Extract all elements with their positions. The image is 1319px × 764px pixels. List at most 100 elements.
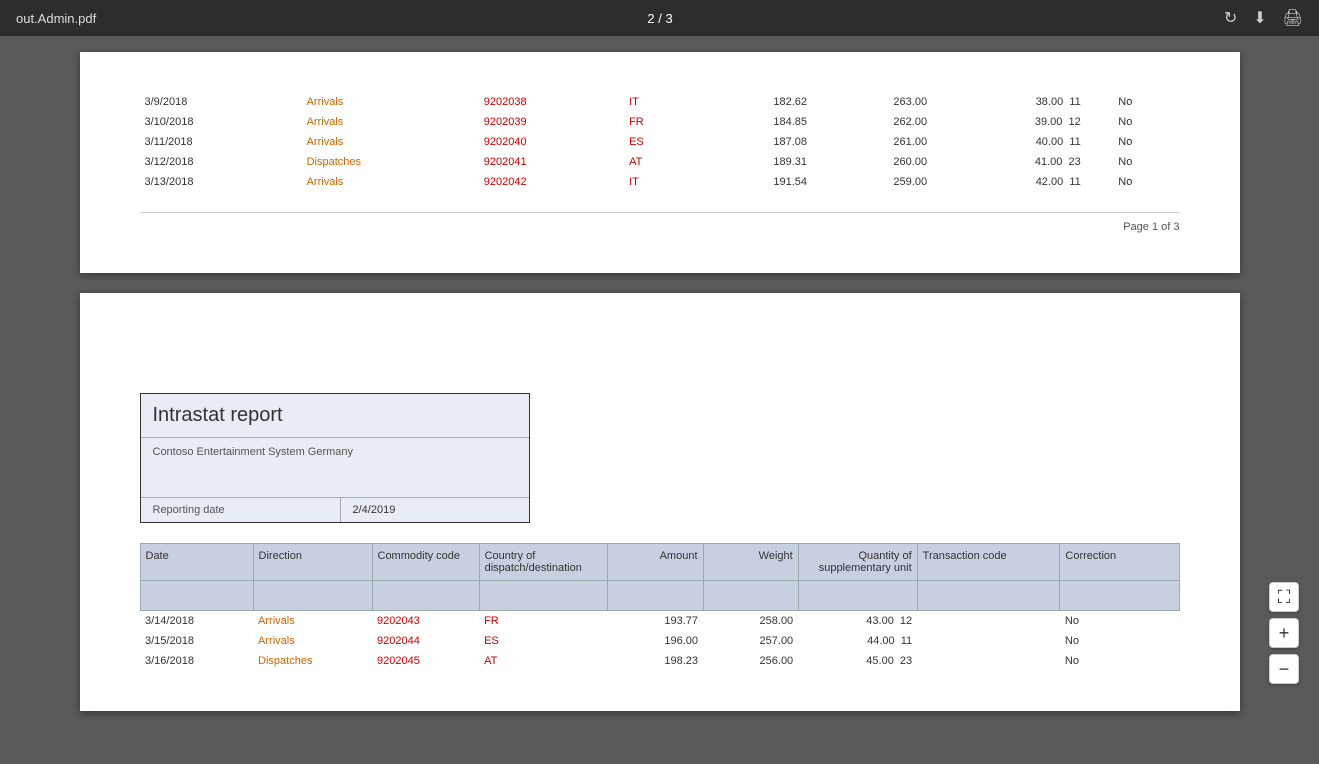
download-icon[interactable]: ⬇ (1253, 8, 1266, 28)
filename-label: out.Admin.pdf (16, 11, 96, 26)
cell-weight: 261.00 (812, 132, 932, 152)
fit-zoom-button[interactable]: ⛶ (1269, 582, 1299, 612)
table-row: 3/10/2018 Arrivals 9202039 FR 184.85 262… (140, 112, 1180, 132)
cell-date: 3/16/2018 (140, 651, 253, 671)
cell-qty: 45.00 23 (798, 651, 917, 671)
cell-direction: Arrivals (253, 611, 372, 632)
cell-weight: 256.00 (703, 651, 798, 671)
pdf-page-2: Intrastat report Contoso Entertainment S… (80, 293, 1240, 711)
cell-direction: Arrivals (302, 112, 479, 132)
table-row: 3/9/2018 Arrivals 9202038 IT 182.62 263.… (140, 92, 1180, 112)
cell-correction: No (1113, 152, 1179, 172)
pdf-viewport[interactable]: 3/9/2018 Arrivals 9202038 IT 182.62 263.… (0, 36, 1319, 764)
col-header-qty: Quantity of supplementary unit (798, 544, 917, 581)
cell-weight: 257.00 (703, 631, 798, 651)
cell-transaction (1086, 92, 1114, 112)
col-header-amount: Amount (608, 544, 703, 581)
table-row: 3/13/2018 Arrivals 9202042 IT 191.54 259… (140, 172, 1180, 192)
table-header-row: Date Direction Commodity code Country of… (140, 544, 1179, 581)
cell-direction: Dispatches (253, 651, 372, 671)
cell-transaction (1086, 132, 1114, 152)
cell-commodity: 9202038 (479, 92, 624, 112)
cell-amount: 182.62 (692, 92, 812, 112)
cell-country: FR (624, 112, 692, 132)
refresh-icon[interactable]: ↻ (1224, 8, 1237, 28)
cell-transaction (917, 651, 1060, 671)
col-header-correction: Correction (1060, 544, 1179, 581)
cell-transaction (1086, 152, 1114, 172)
col-header-direction: Direction (253, 544, 372, 581)
cell-amount: 189.31 (692, 152, 812, 172)
cell-direction: Arrivals (302, 172, 479, 192)
cell-correction: No (1113, 92, 1179, 112)
col-header-country: Country of dispatch/destination (479, 544, 608, 581)
toolbar: out.Admin.pdf 2 / 3 ↻ ⬇ 🖨 (0, 0, 1319, 36)
cell-weight: 263.00 (812, 92, 932, 112)
zoom-in-button[interactable]: + (1269, 618, 1299, 648)
table-row: 3/11/2018 Arrivals 9202040 ES 187.08 261… (140, 132, 1180, 152)
cell-correction: No (1113, 132, 1179, 152)
cell-commodity: 9202043 (372, 611, 479, 632)
cell-date: 3/11/2018 (140, 132, 302, 152)
reporting-date-label: Reporting date (141, 498, 341, 522)
cell-amount: 191.54 (692, 172, 812, 192)
cell-commodity: 9202041 (479, 152, 624, 172)
cell-date: 3/13/2018 (140, 172, 302, 192)
cell-correction: No (1060, 611, 1179, 632)
cell-weight: 260.00 (812, 152, 932, 172)
cell-qty: 42.00 11 (932, 172, 1086, 192)
col-header-date: Date (140, 544, 253, 581)
cell-commodity: 9202044 (372, 631, 479, 651)
cell-commodity: 9202045 (372, 651, 479, 671)
cell-commodity: 9202042 (479, 172, 624, 192)
report-company: Contoso Entertainment System Germany (141, 438, 529, 498)
table-row: 3/15/2018 Arrivals 9202044 ES 196.00 257… (140, 631, 1179, 651)
cell-date: 3/15/2018 (140, 631, 253, 651)
print-icon[interactable]: 🖨 (1283, 8, 1303, 28)
cell-qty: 39.00 12 (932, 112, 1086, 132)
cell-date: 3/14/2018 (140, 611, 253, 632)
cell-country: IT (624, 172, 692, 192)
col-header-weight: Weight (703, 544, 798, 581)
cell-correction: No (1113, 172, 1179, 192)
cell-direction: Arrivals (253, 631, 372, 651)
cell-direction: Arrivals (302, 132, 479, 152)
cell-date: 3/10/2018 (140, 112, 302, 132)
report-date-row: Reporting date 2/4/2019 (141, 498, 529, 522)
cell-direction: Dispatches (302, 152, 479, 172)
cell-date: 3/12/2018 (140, 152, 302, 172)
cell-correction: No (1113, 112, 1179, 132)
cell-transaction (1086, 112, 1114, 132)
cell-transaction (1086, 172, 1114, 192)
report-header-box: Intrastat report Contoso Entertainment S… (140, 393, 530, 523)
cell-amount: 187.08 (692, 132, 812, 152)
cell-date: 3/9/2018 (140, 92, 302, 112)
cell-weight: 262.00 (812, 112, 932, 132)
cell-weight: 258.00 (703, 611, 798, 632)
cell-country: FR (479, 611, 608, 632)
cell-amount: 184.85 (692, 112, 812, 132)
cell-amount: 196.00 (608, 631, 703, 651)
col-header-transaction: Transaction code (917, 544, 1060, 581)
pdf-page-1: 3/9/2018 Arrivals 9202038 IT 182.62 263.… (80, 52, 1240, 273)
report-title: Intrastat report (141, 394, 529, 438)
cell-country: AT (479, 651, 608, 671)
cell-amount: 193.77 (608, 611, 703, 632)
cell-direction: Arrivals (302, 92, 479, 112)
page-footer-1: Page 1 of 3 (140, 212, 1180, 233)
table-row: 3/14/2018 Arrivals 9202043 FR 193.77 258… (140, 611, 1179, 632)
cell-transaction (917, 611, 1060, 632)
col-header-commodity: Commodity code (372, 544, 479, 581)
data-table-page1: 3/9/2018 Arrivals 9202038 IT 182.62 263.… (140, 92, 1180, 192)
table-header-spacer (140, 581, 1179, 611)
cell-correction: No (1060, 631, 1179, 651)
page-indicator: 2 / 3 (647, 11, 672, 26)
zoom-out-button[interactable]: − (1269, 654, 1299, 684)
cell-amount: 198.23 (608, 651, 703, 671)
cell-commodity: 9202040 (479, 132, 624, 152)
cell-correction: No (1060, 651, 1179, 671)
cell-qty: 40.00 11 (932, 132, 1086, 152)
data-table-page2: Date Direction Commodity code Country of… (140, 543, 1180, 671)
cell-weight: 259.00 (812, 172, 932, 192)
cell-qty: 44.00 11 (798, 631, 917, 651)
